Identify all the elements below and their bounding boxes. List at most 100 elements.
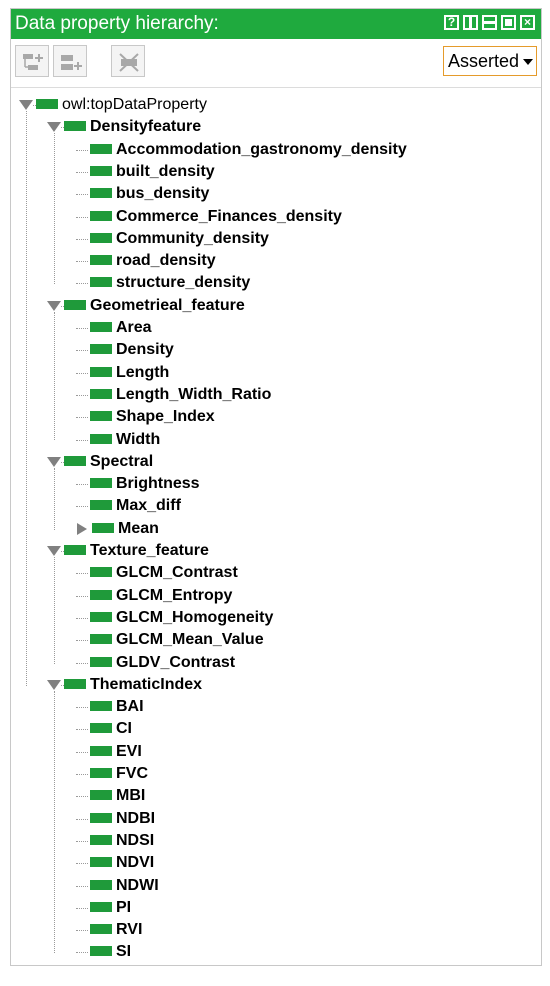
tree-node-property[interactable]: PI <box>11 897 531 919</box>
tree-node-label: GLCM_Mean_Value <box>116 631 264 649</box>
tree-node-label: GLCM_Contrast <box>116 564 238 582</box>
tree-node-property[interactable]: Length <box>11 362 531 384</box>
tree-node-property[interactable]: Max_diff <box>11 495 531 517</box>
tree-node-property[interactable]: MBI <box>11 785 531 807</box>
data-property-icon <box>90 857 112 868</box>
expanded-triangle-icon[interactable] <box>47 546 61 556</box>
tree-node-label: Commerce_Finances_density <box>116 207 342 225</box>
tree-node-property[interactable]: BAI <box>11 696 531 718</box>
data-property-icon <box>90 924 112 935</box>
tree-node-label: Mean <box>118 519 159 537</box>
tree-node-property[interactable]: Shape_Index <box>11 406 531 428</box>
collapsed-triangle-icon[interactable] <box>77 522 87 535</box>
tree-node-group[interactable]: Geometrieal_feature <box>11 295 531 317</box>
tree-node-property[interactable]: Accommodation_gastronomy_density <box>11 139 531 161</box>
split-icon[interactable] <box>463 15 478 30</box>
data-property-icon <box>64 121 86 132</box>
tree-connector <box>76 171 88 173</box>
maximize-icon[interactable] <box>501 15 516 30</box>
tree-node-property[interactable]: GLCM_Entropy <box>11 585 531 607</box>
data-property-icon <box>90 946 112 957</box>
data-property-icon <box>90 255 112 266</box>
tree-node-label: built_density <box>116 162 215 180</box>
tree-node-property[interactable]: EVI <box>11 741 531 763</box>
add-sibling-property-button[interactable] <box>53 45 87 77</box>
data-property-icon <box>90 723 112 734</box>
tree-node-property[interactable]: Width <box>11 429 531 451</box>
tree-node-property[interactable]: bus_density <box>11 183 531 205</box>
tree-node-property[interactable]: Community_density <box>11 228 531 250</box>
tree-node-group[interactable]: Spectral <box>11 451 531 473</box>
tree-connector <box>61 684 64 686</box>
tree-node-property[interactable]: NDBI <box>11 808 531 830</box>
data-property-icon <box>90 277 112 288</box>
add-sub-property-button[interactable] <box>15 45 49 77</box>
tree-node-label: Geometrieal_feature <box>90 296 245 314</box>
minimize-icon[interactable] <box>482 15 497 30</box>
tree-connector <box>76 662 88 664</box>
tree-node-property[interactable]: GLDV_Contrast <box>11 652 531 674</box>
expanded-triangle-icon[interactable] <box>47 679 61 690</box>
tree-node-property[interactable]: CI <box>11 718 531 740</box>
tree-node-property[interactable]: SI <box>11 941 531 963</box>
tree-connector <box>76 840 88 842</box>
tree-connector <box>61 551 64 552</box>
tree-node-property[interactable]: Area <box>11 317 531 339</box>
data-property-icon <box>90 388 112 399</box>
tree-node-root[interactable]: owl:topDataProperty <box>11 94 531 116</box>
view-mode-select[interactable]: Asserted <box>443 46 537 76</box>
tree-node-property[interactable]: Mean <box>11 518 531 540</box>
delete-property-icon <box>119 53 139 72</box>
close-icon[interactable]: × <box>520 15 535 30</box>
tree-node-property[interactable]: road_density <box>11 250 531 272</box>
data-property-icon <box>90 901 112 912</box>
tree-node-property[interactable]: Length_Width_Ratio <box>11 384 531 406</box>
tree-node-property[interactable]: FVC <box>11 763 531 785</box>
tree-connector <box>33 105 36 106</box>
tree-node-property[interactable]: GLCM_Contrast <box>11 562 531 584</box>
data-property-icon <box>90 745 112 756</box>
data-property-icon <box>36 99 58 109</box>
tree-node-property[interactable]: built_density <box>11 161 531 183</box>
tree-guide-line <box>54 311 55 441</box>
data-property-icon <box>90 322 112 332</box>
tree-node-property[interactable]: Commerce_Finances_density <box>11 206 531 228</box>
tree-node-label: Length <box>116 363 170 381</box>
tree-node-property[interactable]: Density <box>11 339 531 361</box>
tree-node-group[interactable]: Densityfeature <box>11 116 531 138</box>
tree-node-group[interactable]: Texture_feature <box>11 540 531 562</box>
tree-guide-line <box>54 557 55 664</box>
tree-node-property[interactable]: GLCM_Mean_Value <box>11 629 531 651</box>
tree-node-property[interactable]: NDSI <box>11 830 531 852</box>
property-tree: owl:topDataProperty Densityfeature Accommo… <box>11 89 541 965</box>
tree-node-label: GLCM_Entropy <box>116 586 233 604</box>
tree-node-property[interactable]: NDWI <box>11 875 531 897</box>
data-property-icon <box>90 232 112 243</box>
tree-connector <box>76 774 88 775</box>
data-property-icon <box>64 678 86 689</box>
expanded-triangle-icon[interactable] <box>47 300 61 311</box>
help-icon[interactable]: ? <box>444 15 459 30</box>
tree-connector <box>61 127 64 129</box>
tree-node-group[interactable]: ThematicIndex <box>11 674 531 696</box>
data-property-icon <box>90 411 112 422</box>
tree-connector <box>76 952 88 954</box>
data-property-icon <box>90 210 112 221</box>
tree-node-label: Shape_Index <box>116 408 215 426</box>
tree-connector <box>76 394 88 396</box>
tree-node-property[interactable]: NDVI <box>11 852 531 874</box>
data-property-icon <box>90 567 112 578</box>
delete-property-button[interactable] <box>111 45 145 77</box>
tree-node-property[interactable]: RVI <box>11 919 531 941</box>
expanded-triangle-icon[interactable] <box>47 122 61 133</box>
tree-node-label: PI <box>116 898 132 916</box>
view-mode-value: Asserted <box>448 51 520 71</box>
tree-connector <box>76 818 88 820</box>
tree-node-property[interactable]: Brightness <box>11 473 531 495</box>
tree-node-label: MBI <box>116 787 146 805</box>
tree-node-label: CI <box>116 720 132 738</box>
expanded-triangle-icon[interactable] <box>47 456 61 467</box>
tree-node-property[interactable]: GLCM_Homogeneity <box>11 607 531 629</box>
tree-node-property[interactable]: structure_density <box>11 272 531 294</box>
expanded-triangle-icon[interactable] <box>19 100 33 110</box>
